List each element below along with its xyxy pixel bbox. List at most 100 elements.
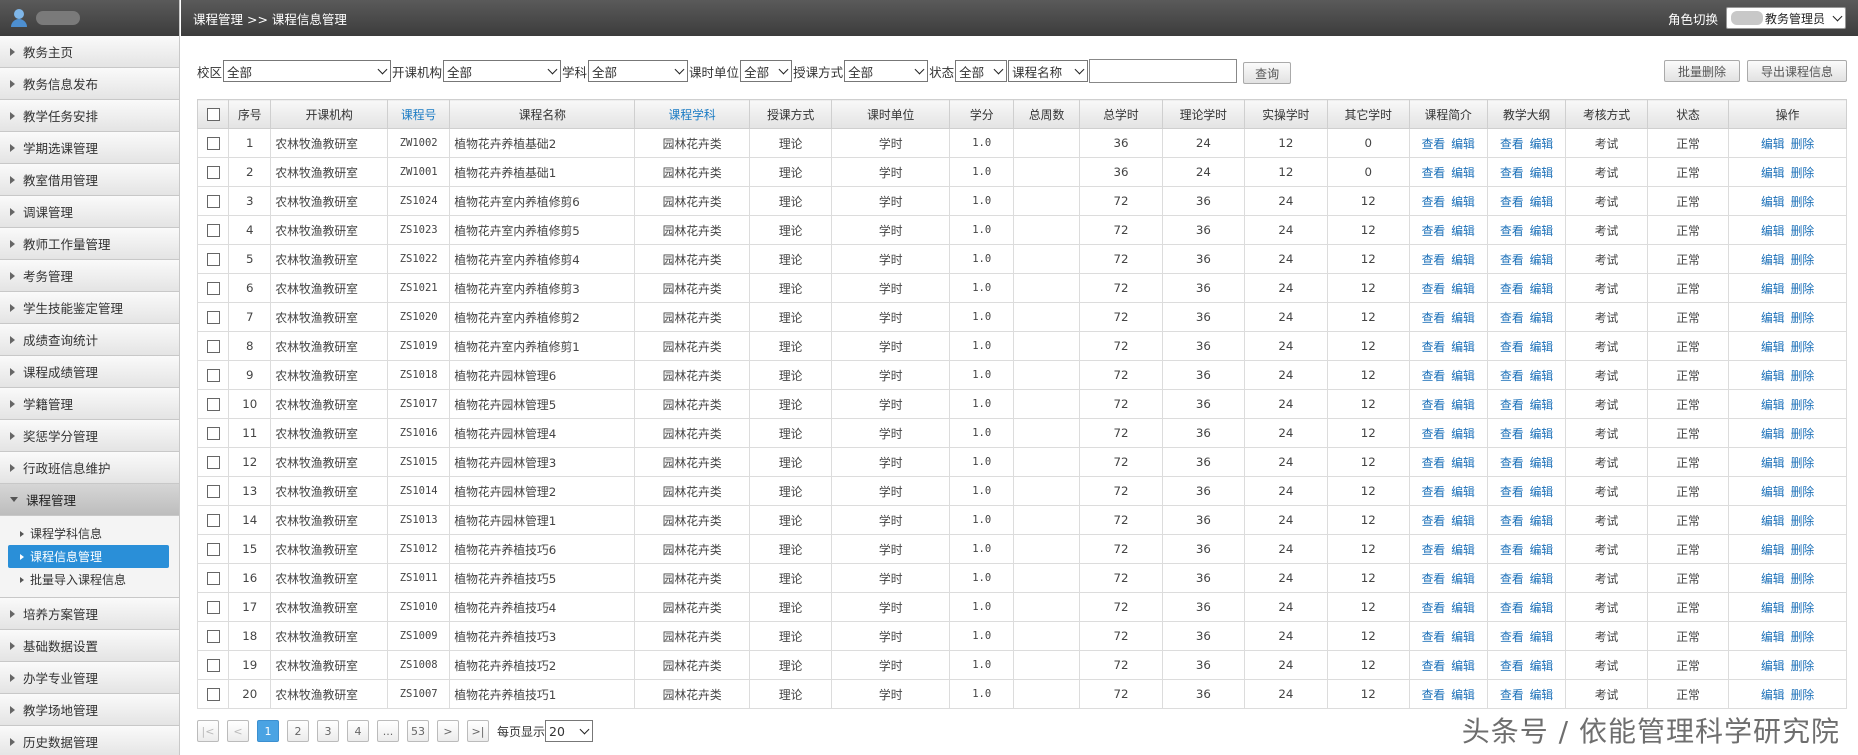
search-field-select[interactable]: 课程名称 xyxy=(1008,60,1089,82)
delete-link[interactable]: 删除 xyxy=(1791,543,1815,557)
edit-link[interactable]: 编辑 xyxy=(1530,572,1554,586)
mode-select[interactable]: 全部 xyxy=(844,60,929,82)
sidebar-item[interactable]: 教学场地管理 xyxy=(0,694,179,726)
delete-link[interactable]: 删除 xyxy=(1791,137,1815,151)
edit-link[interactable]: 编辑 xyxy=(1451,224,1475,238)
view-link[interactable]: 查看 xyxy=(1500,485,1524,499)
row-checkbox[interactable] xyxy=(206,311,220,324)
view-link[interactable]: 查看 xyxy=(1500,311,1524,325)
edit-link[interactable]: 编辑 xyxy=(1530,514,1554,528)
edit-link[interactable]: 编辑 xyxy=(1761,195,1785,209)
view-link[interactable]: 查看 xyxy=(1422,166,1446,180)
delete-link[interactable]: 删除 xyxy=(1791,485,1815,499)
edit-link[interactable]: 编辑 xyxy=(1530,659,1554,673)
edit-link[interactable]: 编辑 xyxy=(1761,398,1785,412)
view-link[interactable]: 查看 xyxy=(1422,369,1446,383)
sidebar-item[interactable]: 培养方案管理 xyxy=(0,598,179,630)
export-button[interactable]: 导出课程信息 xyxy=(1747,60,1847,82)
sidebar-item[interactable]: 调课管理 xyxy=(0,196,179,228)
delete-link[interactable]: 删除 xyxy=(1791,195,1815,209)
first-page-button[interactable]: |< xyxy=(197,720,219,742)
sidebar-item[interactable]: 奖惩学分管理 xyxy=(0,420,179,452)
view-link[interactable]: 查看 xyxy=(1500,369,1524,383)
edit-link[interactable]: 编辑 xyxy=(1761,630,1785,644)
edit-link[interactable]: 编辑 xyxy=(1761,659,1785,673)
unit-select[interactable]: 全部 xyxy=(740,60,793,82)
view-link[interactable]: 查看 xyxy=(1422,137,1446,151)
view-link[interactable]: 查看 xyxy=(1422,340,1446,354)
row-checkbox[interactable] xyxy=(206,166,220,179)
sidebar-item[interactable]: 成绩查询统计 xyxy=(0,324,179,356)
edit-link[interactable]: 编辑 xyxy=(1451,137,1475,151)
row-checkbox[interactable] xyxy=(206,630,220,643)
delete-link[interactable]: 删除 xyxy=(1791,427,1815,441)
last-page-button[interactable]: >| xyxy=(467,720,489,742)
delete-link[interactable]: 删除 xyxy=(1791,688,1815,702)
delete-link[interactable]: 删除 xyxy=(1791,166,1815,180)
delete-link[interactable]: 删除 xyxy=(1791,369,1815,383)
view-link[interactable]: 查看 xyxy=(1500,253,1524,267)
edit-link[interactable]: 编辑 xyxy=(1451,688,1475,702)
sidebar-item[interactable]: 教学任务安排 xyxy=(0,100,179,132)
sidebar-item[interactable]: 考务管理 xyxy=(0,260,179,292)
view-link[interactable]: 查看 xyxy=(1422,601,1446,615)
delete-link[interactable]: 删除 xyxy=(1791,456,1815,470)
prev-page-button[interactable]: < xyxy=(227,720,249,742)
sidebar-item[interactable]: 行政班信息维护 xyxy=(0,452,179,484)
view-link[interactable]: 查看 xyxy=(1422,311,1446,325)
delete-link[interactable]: 删除 xyxy=(1791,601,1815,615)
edit-link[interactable]: 编辑 xyxy=(1761,514,1785,528)
edit-link[interactable]: 编辑 xyxy=(1451,514,1475,528)
sidebar-item[interactable]: 历史数据管理 xyxy=(0,726,179,755)
row-checkbox[interactable] xyxy=(206,137,220,150)
view-link[interactable]: 查看 xyxy=(1422,572,1446,586)
delete-link[interactable]: 删除 xyxy=(1791,311,1815,325)
row-checkbox[interactable] xyxy=(206,427,220,440)
batch-delete-button[interactable]: 批量删除 xyxy=(1664,60,1740,82)
edit-link[interactable]: 编辑 xyxy=(1761,137,1785,151)
row-checkbox[interactable] xyxy=(206,659,220,672)
edit-link[interactable]: 编辑 xyxy=(1530,137,1554,151)
edit-link[interactable]: 编辑 xyxy=(1761,485,1785,499)
edit-link[interactable]: 编辑 xyxy=(1451,456,1475,470)
row-checkbox[interactable] xyxy=(206,688,220,701)
view-link[interactable]: 查看 xyxy=(1500,195,1524,209)
subject-select[interactable]: 全部 xyxy=(588,60,689,82)
view-link[interactable]: 查看 xyxy=(1500,514,1524,528)
edit-link[interactable]: 编辑 xyxy=(1451,485,1475,499)
view-link[interactable]: 查看 xyxy=(1500,601,1524,615)
edit-link[interactable]: 编辑 xyxy=(1761,369,1785,383)
edit-link[interactable]: 编辑 xyxy=(1761,282,1785,296)
edit-link[interactable]: 编辑 xyxy=(1451,282,1475,296)
edit-link[interactable]: 编辑 xyxy=(1761,340,1785,354)
view-link[interactable]: 查看 xyxy=(1500,282,1524,296)
delete-link[interactable]: 删除 xyxy=(1791,398,1815,412)
edit-link[interactable]: 编辑 xyxy=(1530,398,1554,412)
row-checkbox[interactable] xyxy=(206,224,220,237)
view-link[interactable]: 查看 xyxy=(1422,630,1446,644)
edit-link[interactable]: 编辑 xyxy=(1451,369,1475,383)
edit-link[interactable]: 编辑 xyxy=(1451,311,1475,325)
view-link[interactable]: 查看 xyxy=(1422,195,1446,209)
row-checkbox[interactable] xyxy=(206,572,220,585)
edit-link[interactable]: 编辑 xyxy=(1530,427,1554,441)
row-checkbox[interactable] xyxy=(206,253,220,266)
view-link[interactable]: 查看 xyxy=(1422,456,1446,470)
select-all-checkbox[interactable] xyxy=(206,108,220,121)
edit-link[interactable]: 编辑 xyxy=(1530,311,1554,325)
sidebar-item[interactable]: 教室借用管理 xyxy=(0,164,179,196)
view-link[interactable]: 查看 xyxy=(1500,659,1524,673)
column-header[interactable]: 课程号 xyxy=(386,99,451,129)
view-link[interactable]: 查看 xyxy=(1500,543,1524,557)
edit-link[interactable]: 编辑 xyxy=(1761,543,1785,557)
row-checkbox[interactable] xyxy=(206,601,220,614)
campus-select[interactable]: 全部 xyxy=(223,60,392,82)
edit-link[interactable]: 编辑 xyxy=(1761,456,1785,470)
edit-link[interactable]: 编辑 xyxy=(1761,572,1785,586)
sidebar-item[interactable]: 学生技能鉴定管理 xyxy=(0,292,179,324)
row-checkbox[interactable] xyxy=(206,398,220,411)
page-button[interactable]: 1 xyxy=(257,720,279,742)
sidebar-item[interactable]: 课程成绩管理 xyxy=(0,356,179,388)
edit-link[interactable]: 编辑 xyxy=(1451,427,1475,441)
row-checkbox[interactable] xyxy=(206,514,220,527)
